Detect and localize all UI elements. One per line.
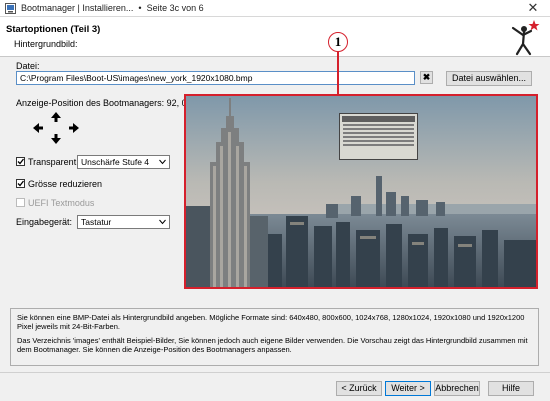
page-info: Seite 3c von 6: [146, 3, 204, 13]
bootmanager-app-icon: [5, 3, 16, 14]
back-button[interactable]: < Zurück: [336, 381, 382, 396]
chevron-down-icon: [159, 219, 166, 225]
background-preview[interactable]: [184, 94, 538, 289]
browse-file-button[interactable]: Datei auswählen...: [446, 71, 532, 86]
close-icon: ✕: [527, 0, 539, 15]
input-device-label: Eingabegerät:: [16, 217, 73, 227]
input-device-select[interactable]: Tastatur: [77, 215, 170, 229]
blur-level-value: Unschärfe Stufe 4: [81, 157, 150, 167]
close-window-button[interactable]: ✕: [520, 0, 546, 16]
help-button[interactable]: Hilfe: [488, 381, 534, 396]
uefi-checkbox: [16, 198, 25, 207]
page-subtitle: Hintergrundbild:: [14, 39, 78, 49]
blur-level-select[interactable]: Unschärfe Stufe 4: [77, 155, 170, 169]
info-panel: Sie können eine BMP-Datei als Hintergrun…: [10, 308, 539, 366]
arrow-left-icon[interactable]: [33, 123, 43, 133]
position-label: Anzeige-Position des Bootmanagers: 92, 0: [16, 98, 187, 108]
checkmark-icon: [17, 158, 24, 165]
file-label: Datei:: [16, 61, 40, 71]
shrink-label: Grösse reduzieren: [28, 179, 103, 189]
position-arrows: [30, 112, 82, 146]
info-paragraph-2: Das Verzeichnis 'images' enthält Beispie…: [17, 336, 528, 354]
next-button[interactable]: Weiter >: [385, 381, 431, 396]
title-bar: Bootmanager | Installieren... • Seite 3c…: [0, 0, 550, 17]
arrow-right-icon[interactable]: [69, 123, 79, 133]
window-title-text: Bootmanager | Installieren...: [21, 3, 134, 13]
input-device-value: Tastatur: [81, 217, 112, 227]
wizard-header: Startoptionen (Teil 3) Hintergrundbild:: [0, 17, 550, 57]
person-star-logo: [511, 20, 540, 56]
cancel-button[interactable]: Abbrechen: [434, 381, 480, 396]
transparent-label: Transparent: [28, 157, 77, 167]
info-paragraph-1: Sie können eine BMP-Datei als Hintergrun…: [17, 313, 525, 331]
callout-number: 1: [328, 32, 348, 52]
clear-file-button[interactable]: ✖: [420, 71, 433, 84]
transparent-checkbox[interactable]: [16, 157, 25, 166]
bootmanager-preview-header: [342, 116, 415, 122]
shrink-checkbox[interactable]: [16, 179, 25, 188]
footer-separator: [0, 372, 550, 373]
callout-line: [337, 52, 339, 94]
file-path-input[interactable]: C:\Program Files\Boot-US\images\new_york…: [16, 71, 415, 85]
page-title: Startoptionen (Teil 3): [6, 24, 101, 35]
bootmanager-preview-box: [339, 113, 418, 160]
chevron-down-icon: [159, 159, 166, 165]
uefi-label: UEFI Textmodus: [28, 198, 95, 208]
clear-icon: ✖: [422, 72, 431, 82]
arrow-down-icon[interactable]: [51, 134, 61, 144]
checkmark-icon: [17, 180, 24, 187]
window-title: Bootmanager | Installieren... • Seite 3c…: [21, 3, 204, 13]
arrow-up-icon[interactable]: [51, 112, 61, 122]
